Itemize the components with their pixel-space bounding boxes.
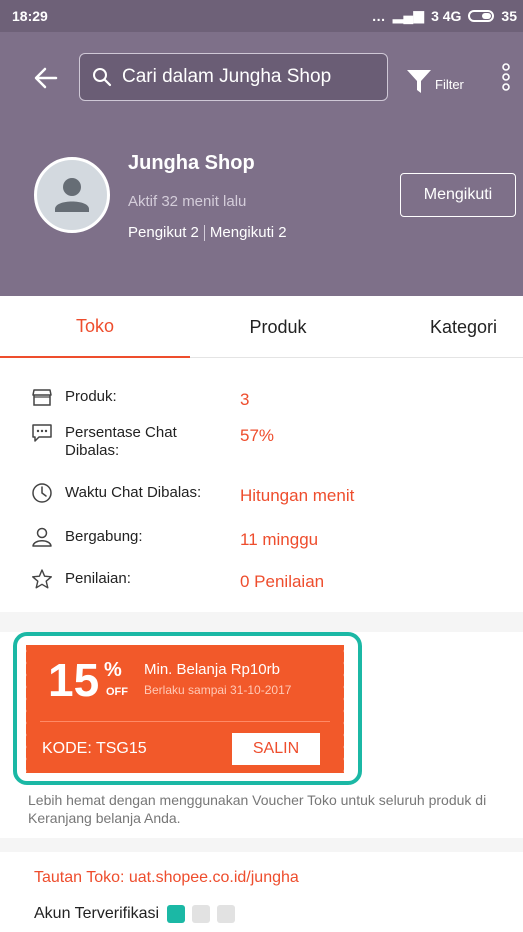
voucher-edge-right: [340, 645, 348, 773]
clock-icon: [32, 483, 52, 503]
stat-label: Penilaian:: [65, 570, 131, 587]
voucher-note: Lebih hemat dengan menggunakan Voucher T…: [28, 792, 487, 826]
filter-icon: [407, 70, 431, 93]
voucher-divider: [40, 721, 330, 722]
facebook-icon: [217, 905, 236, 923]
more-dots-icon: …: [371, 7, 386, 24]
search-icon: [93, 68, 112, 87]
stat-value: Hitungan menit: [240, 486, 355, 505]
voucher-valid-until: Berlaku sampai 31-10-2017: [144, 683, 292, 697]
shop-link[interactable]: Tautan Toko: uat.shopee.co.id/jungha: [34, 869, 299, 887]
avatar-person-icon: [55, 178, 89, 212]
verified-accounts: Akun Terverifikasi: [34, 905, 236, 923]
voucher-percent: 15: [48, 654, 100, 706]
more-vertical-icon: [502, 63, 510, 91]
shop-voucher[interactable]: 15 % OFF Min. Belanja Rp10rb Berlaku sam…: [22, 645, 348, 773]
email-icon: [192, 905, 211, 923]
chat-icon: [32, 424, 52, 442]
search-placeholder: Cari dalam Jungha Shop: [122, 66, 332, 87]
back-button[interactable]: [28, 60, 64, 96]
copy-code-button[interactable]: SALIN: [232, 733, 320, 765]
voucher-off-label: OFF: [106, 686, 128, 698]
shop-avatar[interactable]: [34, 157, 110, 233]
search-input[interactable]: Cari dalam Jungha Shop: [79, 53, 388, 101]
tab-toko[interactable]: Toko: [0, 296, 190, 358]
voucher-edge-left: [22, 645, 30, 773]
arrow-left-icon: [34, 67, 58, 89]
battery-icon: [468, 9, 495, 22]
divider: [203, 225, 205, 242]
network-label: 3 4G: [431, 7, 462, 24]
shop-name: Jungha Shop: [128, 152, 255, 174]
voucher-min-spend: Min. Belanja Rp10rb: [144, 661, 280, 678]
status-icons: … ▂▄▆ 3 4G 35: [372, 7, 517, 24]
stat-label: Produk:: [65, 388, 117, 405]
status-time: 18:29: [12, 8, 48, 24]
stat-value: 0 Penilaian: [240, 572, 325, 591]
follow-button[interactable]: Mengikuti: [400, 173, 516, 217]
phone-verified-icon: [167, 905, 186, 923]
section-divider: [0, 838, 523, 852]
voucher-percent-sign: %: [104, 659, 122, 681]
following-count[interactable]: Mengikuti 2: [210, 224, 287, 241]
star-icon: [32, 569, 52, 589]
stat-value: 11 minggu: [240, 530, 319, 549]
shop-header: 18:29 … ▂▄▆ 3 4G 35 Cari dalam Jungha Sh…: [0, 0, 523, 296]
tab-kategori[interactable]: Kategori: [366, 296, 523, 358]
stat-label: Waktu Chat Dibalas:: [65, 484, 202, 501]
filter-label: Filter: [435, 77, 464, 92]
verified-label: Akun Terverifikasi: [34, 905, 160, 922]
more-options-button[interactable]: [499, 60, 513, 96]
stat-label: Bergabung:: [65, 528, 143, 545]
followers-count[interactable]: Pengikut 2: [128, 224, 199, 241]
stat-label: Persentase Chat Dibalas:: [65, 424, 177, 459]
shop-tabs: Toko Produk Kategori: [0, 296, 523, 358]
signal-icon: ▂▄▆: [392, 7, 425, 23]
stat-value: 3: [240, 390, 250, 409]
status-bar: 18:29 … ▂▄▆ 3 4G 35: [0, 0, 523, 32]
stat-value: 57%: [240, 426, 275, 445]
filter-button[interactable]: Filter: [406, 60, 464, 96]
section-divider: [0, 612, 523, 632]
voucher-code: KODE: TSG15: [42, 740, 147, 757]
store-icon: [32, 389, 52, 406]
user-icon: [32, 527, 52, 547]
battery-level: 35: [501, 7, 517, 24]
shop-active-status: Aktif 32 menit lalu: [128, 193, 247, 210]
shop-follow-counts: Pengikut 2 Mengikuti 2: [128, 224, 287, 242]
tab-produk[interactable]: Produk: [190, 296, 366, 358]
